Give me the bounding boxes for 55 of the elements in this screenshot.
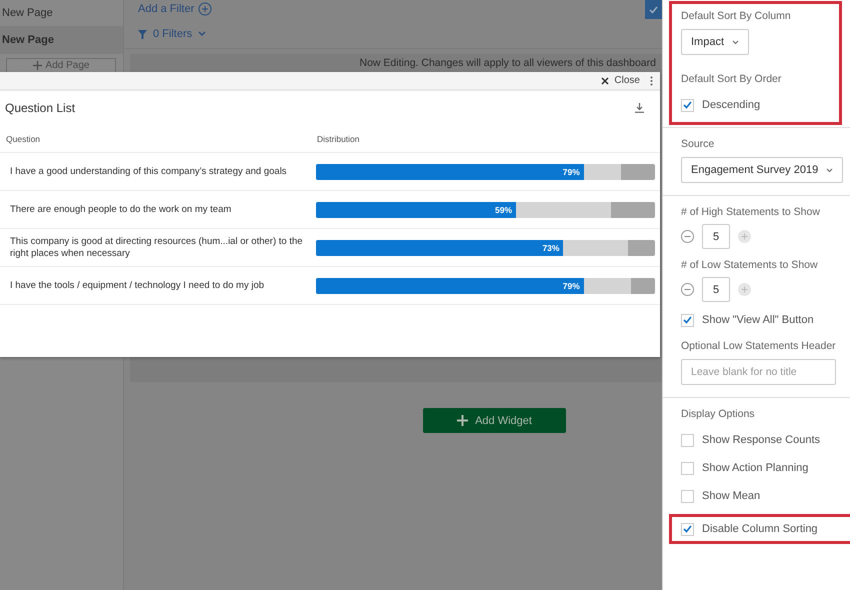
checkbox[interactable] <box>681 314 694 326</box>
widget-title: Question List <box>5 101 76 115</box>
chevron-down-icon <box>732 40 740 44</box>
plus-button[interactable] <box>738 283 751 296</box>
checkbox-label[interactable]: Show Action Planning <box>702 462 808 474</box>
chevron-down-icon <box>826 168 834 172</box>
add-circle-icon[interactable] <box>198 2 212 16</box>
banner-text: Now Editing. Changes will apply to all viewers of this dashboard <box>360 57 656 69</box>
page-item[interactable]: New Page <box>0 0 123 26</box>
minus-button[interactable] <box>681 283 694 296</box>
checkbox[interactable] <box>681 522 694 536</box>
filter-icon <box>138 30 147 38</box>
plus-icon <box>32 61 42 70</box>
checkbox-label[interactable]: Descending <box>702 99 760 111</box>
plus-button[interactable] <box>738 230 751 243</box>
checkbox[interactable] <box>681 462 694 474</box>
field-label: Optional Low Statements Header <box>681 339 837 354</box>
download-icon[interactable] <box>635 103 644 113</box>
close-link[interactable]: Close <box>614 75 640 86</box>
checkbox-label[interactable]: Show Mean <box>702 490 760 502</box>
checkbox[interactable] <box>681 434 694 446</box>
checkbox[interactable] <box>681 98 694 112</box>
percent-label: 79% <box>562 280 581 290</box>
field-label: # of High Statements to Show <box>681 205 821 220</box>
add-widget-button[interactable]: Add Widget <box>423 408 566 433</box>
plus-icon <box>457 415 468 426</box>
question-text: This company is good at directing resources (hum...ial or other) to the right places when necessary <box>9 236 304 260</box>
header-input[interactable]: Leave blank for no title <box>681 359 836 385</box>
question-text: I have the tools / equipment / technology I need to do my job <box>9 280 266 292</box>
field-label: Default Sort By Order <box>681 72 782 87</box>
checkbox-label[interactable]: Show Response Counts <box>702 434 820 446</box>
checkbox-label[interactable]: Show "View All" Button <box>702 314 814 326</box>
field-label: Display Options <box>681 407 756 422</box>
confirm-button[interactable] <box>645 0 662 19</box>
select-dropdown[interactable]: Impact <box>681 29 750 55</box>
checkbox[interactable] <box>681 490 694 502</box>
question-text: There are enough people to do the work on my team <box>9 204 232 216</box>
percent-label: 79% <box>562 166 581 176</box>
percent-label: 73% <box>542 242 560 252</box>
check-icon <box>649 6 658 14</box>
field-label: Source <box>681 137 716 152</box>
field-label: # of Low Statements to Show <box>681 258 819 273</box>
chevron-down-icon <box>198 31 206 37</box>
column-header: Distribution <box>317 134 360 144</box>
question-text: I have a good understanding of this company’s strategy and goals <box>9 166 288 178</box>
column-header: Question <box>5 134 42 144</box>
field-label: Default Sort By Column <box>681 9 792 24</box>
minus-button[interactable] <box>681 230 694 243</box>
select-dropdown[interactable]: Engagement Survey 2019 <box>681 157 844 183</box>
checkbox-label[interactable]: Disable Column Sorting <box>702 523 818 535</box>
number-field[interactable]: 5 <box>702 277 730 302</box>
percent-label: 59% <box>494 204 513 214</box>
number-field[interactable]: 5 <box>702 224 730 249</box>
close-icon[interactable] <box>601 76 610 84</box>
more-icon[interactable] <box>650 76 653 86</box>
